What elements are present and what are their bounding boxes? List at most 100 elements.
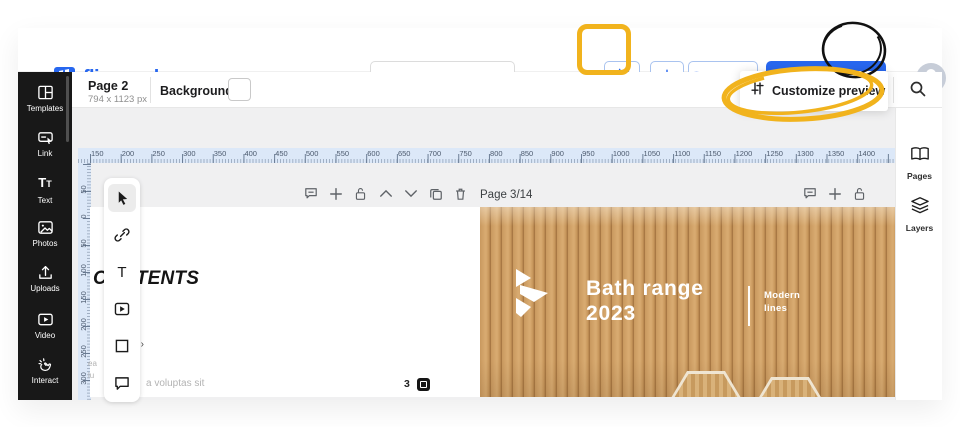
link-icon xyxy=(37,129,54,146)
sidebar-item-link[interactable]: Link xyxy=(18,129,72,165)
photos-icon xyxy=(37,219,54,236)
select-tool[interactable] xyxy=(108,184,136,212)
ruler-tick-label: 750 xyxy=(459,149,472,158)
ruler-tick-label: 250 xyxy=(152,149,165,158)
customize-preview-menu-item[interactable]: Customize preview xyxy=(740,71,888,111)
layers-icon xyxy=(910,196,930,219)
cover-subtitle[interactable]: Modern lines xyxy=(764,289,800,315)
ruler-tick-label: 300 xyxy=(183,149,196,158)
ruler-tick-label: 600 xyxy=(367,149,380,158)
search-icon xyxy=(909,80,927,103)
comment-tool[interactable] xyxy=(108,369,136,397)
customize-preview-label: Customize preview xyxy=(772,84,886,98)
current-page-title: Page 2 xyxy=(88,79,129,93)
ruler-tick-label: 150 xyxy=(79,291,88,304)
divider xyxy=(150,77,151,103)
sidebar-item-templates[interactable]: Templates xyxy=(18,84,72,120)
page-spread-label: Page 3/14 xyxy=(480,189,533,201)
delete-icon[interactable] xyxy=(453,186,468,201)
ruler-tick-label: 550 xyxy=(336,149,350,158)
ruler-tick-label: 100 xyxy=(79,264,88,277)
add-page-icon[interactable] xyxy=(328,186,343,201)
ruler-tick-label: 150 xyxy=(91,149,104,158)
sidebar-item-photos[interactable]: Photos xyxy=(18,219,72,255)
ruler-tick-label: 1250 xyxy=(766,149,783,158)
sidebar-item-text[interactable]: TT Text xyxy=(18,174,72,210)
sidebar-item-uploads[interactable]: Uploads xyxy=(18,264,72,300)
interact-hand-icon xyxy=(37,356,54,373)
sidebar-item-interact[interactable]: Interact xyxy=(18,356,72,392)
page-controls-right xyxy=(802,186,867,201)
ruler-tick-label: 1350 xyxy=(827,149,845,158)
ruler-tick-label: 850 xyxy=(520,149,534,158)
background-label: Background xyxy=(160,84,233,98)
ruler-tick-label: 1000 xyxy=(612,149,630,158)
ruler-tick-label: 950 xyxy=(582,149,595,158)
page-2-canvas[interactable]: CONTENTS ea lu a voluptas sit 3 xyxy=(88,207,480,397)
ruler-tick-label: 450 xyxy=(275,149,288,158)
left-sidebar: Templates Link TT Text Photos Uploads Vi… xyxy=(18,72,72,400)
ruler-tick-label: 900 xyxy=(551,149,564,158)
ruler-tick-label: 1400 xyxy=(858,149,876,158)
page-number: 3 xyxy=(404,378,410,390)
body-text-fragment: ea xyxy=(88,359,97,368)
ruler-tick-label: 250 xyxy=(79,345,88,358)
cover-subtitle-line1: Modern xyxy=(764,290,801,301)
sidebar-item-label: Video xyxy=(34,331,56,340)
move-down-icon[interactable] xyxy=(403,186,418,201)
comment-icon[interactable] xyxy=(303,186,318,201)
ruler-tick-label: 0 xyxy=(79,214,88,219)
sidebar-item-layers[interactable]: Layers xyxy=(896,196,943,233)
ruler-tick-label: 300 xyxy=(79,372,88,385)
sidebar-item-label: Templates xyxy=(26,104,64,113)
text-tool[interactable]: T xyxy=(108,258,136,286)
page-3-canvas[interactable]: Bath range 2023 Modern lines xyxy=(480,207,895,397)
ruler-tick-label: 350 xyxy=(213,149,227,158)
video-icon xyxy=(37,311,54,328)
hexagon-mirror xyxy=(668,371,744,397)
search-button[interactable] xyxy=(906,79,930,103)
background-color-swatch[interactable] xyxy=(228,78,251,101)
left-sidebar-scrollbar[interactable] xyxy=(66,76,69,142)
link-tool[interactable] xyxy=(108,221,136,249)
add-page-icon[interactable] xyxy=(827,186,842,201)
tools-palette: T › xyxy=(104,178,144,402)
horizontal-ruler: 150 200 250 300 350 400 450 500 550 600 650 700 750 8… xyxy=(78,148,895,163)
duplicate-icon[interactable] xyxy=(428,186,443,201)
body-text-fragment: lu xyxy=(88,371,95,380)
sidebar-item-label: Pages xyxy=(906,171,933,181)
cover-title-line2: 2023 xyxy=(586,302,636,325)
shapes-tool[interactable]: › xyxy=(108,332,144,360)
cover-title[interactable]: Bath range 2023 xyxy=(586,276,704,326)
ruler-tick-label: 200 xyxy=(121,149,135,158)
page-controls-left xyxy=(303,186,468,201)
sliders-icon xyxy=(750,81,765,101)
hexagon-mirror xyxy=(752,377,828,397)
unlock-icon[interactable] xyxy=(852,186,867,201)
editor-canvas: 150 200 250 300 350 400 450 500 550 600 650 700 750 8… xyxy=(72,108,895,400)
ruler-tick-label: 400 xyxy=(244,149,257,158)
ruler-tick-label: 50 xyxy=(79,239,88,248)
sidebar-item-video[interactable]: Video xyxy=(18,311,72,347)
page-number-badge[interactable] xyxy=(417,378,430,391)
page-dimensions: 794 x 1123 px xyxy=(88,94,147,105)
media-tool[interactable] xyxy=(108,295,136,323)
flipsnack-editor: flipsnack File View Help ✎ New flipbook … xyxy=(0,0,960,427)
ruler-tick-label: 1300 xyxy=(796,149,814,158)
comment-icon[interactable] xyxy=(802,186,817,201)
pages-book-icon xyxy=(910,146,930,167)
sidebar-item-label: Link xyxy=(37,149,53,158)
divider xyxy=(893,77,894,103)
sidebar-item-label: Text xyxy=(37,196,53,205)
cover-title-line1: Bath range xyxy=(586,277,704,300)
move-up-icon[interactable] xyxy=(378,186,393,201)
body-text[interactable]: a voluptas sit xyxy=(146,378,204,389)
cover-subtitle-line2: lines xyxy=(764,303,788,314)
templates-icon xyxy=(37,84,54,101)
ruler-tick-label: 200 xyxy=(79,318,88,331)
ruler-tick-label: 500 xyxy=(305,149,319,158)
ruler-tick-label: 1050 xyxy=(643,149,661,158)
unlock-icon[interactable] xyxy=(353,186,368,201)
ruler-tick-label: 800 xyxy=(490,149,503,158)
sidebar-item-pages[interactable]: Pages xyxy=(896,146,943,181)
